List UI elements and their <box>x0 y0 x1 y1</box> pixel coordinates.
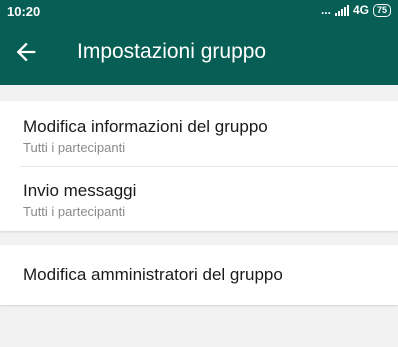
setting-title: Modifica amministratori del gruppo <box>23 265 283 284</box>
battery-level: 75 <box>376 4 387 15</box>
battery-icon: 75 <box>372 3 391 17</box>
app-bar: Impostazioni gruppo <box>0 22 398 85</box>
signal-icon <box>334 4 349 16</box>
status-indicators: ... 4G 75 <box>321 3 391 17</box>
edit-group-info-setting[interactable]: Modifica informazioni del gruppo Tutti i… <box>0 101 398 166</box>
setting-title: Modifica informazioni del gruppo <box>23 117 268 136</box>
setting-value: Tutti i partecipanti <box>23 140 126 155</box>
settings-section-permissions: Modifica informazioni del gruppo Tutti i… <box>0 101 398 231</box>
screen: 10:20 ... 4G 75 Impostazioni gruppo Modi… <box>0 0 398 347</box>
setting-title: Invio messaggi <box>23 181 137 200</box>
edit-group-admins-setting[interactable]: Modifica amministratori del gruppo <box>0 245 398 305</box>
page-title: Impostazioni gruppo <box>77 40 267 63</box>
status-time: 10:20 <box>7 4 41 19</box>
send-messages-setting[interactable]: Invio messaggi Tutti i partecipanti <box>0 166 398 231</box>
network-type: 4G <box>352 3 369 17</box>
status-bar: 10:20 ... 4G 75 <box>0 0 398 22</box>
status-dots: ... <box>320 3 331 17</box>
settings-section-admins: Modifica amministratori del gruppo <box>0 245 398 305</box>
arrow-left-icon[interactable] <box>12 38 40 66</box>
setting-value: Tutti i partecipanti <box>23 204 126 219</box>
